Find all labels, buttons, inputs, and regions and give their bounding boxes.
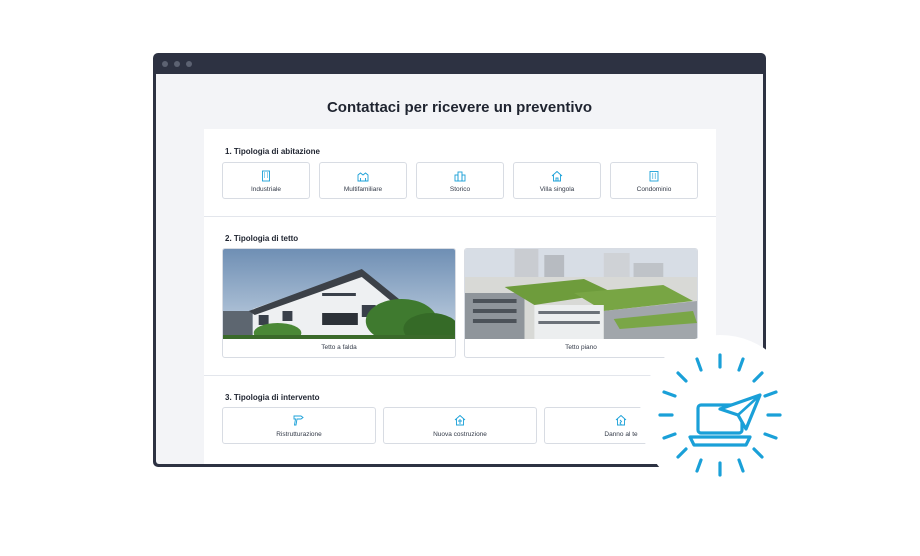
option-label: Ristrutturazione (276, 431, 322, 438)
laptop-send-icon (640, 335, 800, 495)
section-title-abitazione: 1. Tipologia di abitazione (225, 147, 320, 156)
drill-icon (293, 415, 304, 426)
option-storico[interactable]: Storico (416, 162, 504, 199)
option-ristrutturazione[interactable]: Ristrutturazione (222, 407, 376, 444)
new-construction-icon (454, 414, 466, 426)
option-tetto-a-falda[interactable]: Tetto a falda (222, 248, 456, 358)
option-label: Villa singola (539, 186, 575, 193)
section-divider (204, 216, 716, 217)
window-dot-icon (186, 61, 192, 67)
page-title: Contattaci per ricevere un preventivo (326, 99, 593, 116)
pitched-roof-photo (223, 249, 455, 339)
option-label: Condominio (636, 186, 672, 193)
apartment-building-icon (649, 171, 659, 182)
flat-roof-photo (465, 249, 697, 339)
section-title-intervento: 3. Tipologia di intervento (225, 393, 320, 402)
window-titlebar (153, 53, 766, 74)
option-label: Industriale (251, 186, 281, 193)
window-dot-icon (162, 61, 168, 67)
damaged-house-icon (615, 414, 627, 426)
section-title-tetto: 2. Tipologia di tetto (225, 234, 299, 243)
multifamily-icon (357, 172, 369, 182)
option-label: Multifamiliare (343, 186, 383, 193)
industrial-building-icon (262, 170, 270, 182)
option-nuova-costruzione[interactable]: Nuova costruzione (383, 407, 537, 444)
historic-building-icon (454, 171, 466, 182)
option-label: Storico (449, 186, 471, 193)
house-icon (551, 170, 563, 182)
option-label: Nuova costruzione (433, 431, 487, 438)
option-multifamiliare[interactable]: Multifamiliare (319, 162, 407, 199)
option-industriale[interactable]: Industriale (222, 162, 310, 199)
window-dot-icon (174, 61, 180, 67)
option-villa-singola[interactable]: Villa singola (513, 162, 601, 199)
option-label: Tetto a falda (321, 344, 357, 351)
option-condominio[interactable]: Condominio (610, 162, 698, 199)
